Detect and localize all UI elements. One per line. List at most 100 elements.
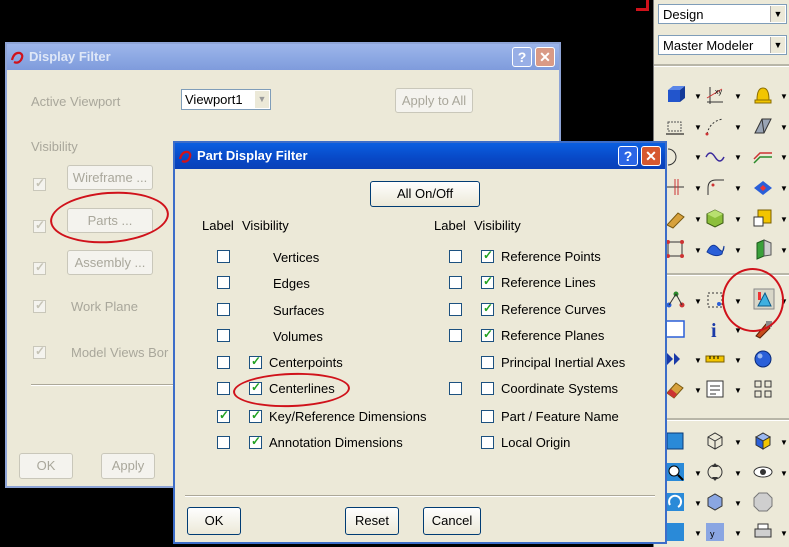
- play-tool-icon[interactable]: [664, 348, 686, 370]
- chevron-down-icon[interactable]: ▼: [734, 499, 742, 508]
- eraser-tool-icon[interactable]: [664, 378, 686, 400]
- print-tool-icon[interactable]: [752, 521, 774, 543]
- bell-tool-icon[interactable]: [752, 84, 774, 106]
- chevron-down-icon[interactable]: ▼: [780, 92, 788, 101]
- chevron-down-icon[interactable]: ▼: [694, 356, 702, 365]
- ref-planes-visibility-checkbox[interactable]: ✓: [481, 327, 494, 342]
- chevron-down-icon[interactable]: ▼: [734, 469, 742, 478]
- annotation-dim-label-checkbox[interactable]: [217, 436, 230, 449]
- note-tool-icon[interactable]: [704, 378, 726, 400]
- frame-tool-icon[interactable]: [664, 318, 686, 340]
- chevron-down-icon[interactable]: ▼: [734, 246, 742, 255]
- view-front-icon[interactable]: [664, 430, 686, 452]
- shaded-cube-icon[interactable]: [752, 430, 774, 452]
- help-button[interactable]: ?: [512, 47, 532, 67]
- trim-tool-icon[interactable]: [664, 176, 686, 198]
- ref-lines-visibility-checkbox[interactable]: ✓: [481, 274, 494, 289]
- rotate-tool-icon[interactable]: [664, 491, 686, 513]
- block-tool-icon[interactable]: [664, 84, 686, 106]
- parts-checkbox[interactable]: ✓: [33, 218, 46, 233]
- chevron-down-icon[interactable]: ▼: [780, 184, 788, 193]
- pan-tool-icon[interactable]: [704, 461, 726, 483]
- chevron-down-icon[interactable]: ▼: [734, 215, 742, 224]
- surfaces-label-checkbox[interactable]: [217, 303, 230, 316]
- chevron-down-icon[interactable]: ▼: [734, 92, 742, 101]
- centerpoints-label-checkbox[interactable]: [217, 356, 230, 369]
- apply-to-all-button[interactable]: Apply to All: [395, 88, 473, 113]
- mirror-tool-icon[interactable]: [752, 238, 774, 260]
- ref-planes-label-checkbox[interactable]: [449, 329, 462, 342]
- local-origin-visibility-checkbox[interactable]: [481, 436, 494, 449]
- cancel-button[interactable]: Cancel: [423, 507, 481, 535]
- apply-button[interactable]: Apply: [101, 453, 155, 479]
- array-tool-icon[interactable]: [752, 378, 774, 400]
- chevron-down-icon[interactable]: ▼: [694, 246, 702, 255]
- close-button[interactable]: ✕: [641, 146, 661, 166]
- spline-tool-icon[interactable]: [704, 145, 726, 167]
- chevron-down-icon[interactable]: ▼: [734, 529, 742, 538]
- axis-view-icon[interactable]: y: [704, 521, 726, 543]
- chevron-down-icon[interactable]: ▼: [734, 386, 742, 395]
- chevron-down-icon[interactable]: ▼: [734, 123, 742, 132]
- coord-systems-visibility-checkbox[interactable]: [481, 382, 494, 395]
- dimension-tool-icon[interactable]: [664, 115, 686, 137]
- offset-tool-icon[interactable]: [752, 145, 774, 167]
- info-tool-icon[interactable]: i: [704, 318, 726, 340]
- display-filter-titlebar[interactable]: Display Filter ? ✕: [7, 44, 559, 70]
- ok-button[interactable]: OK: [19, 453, 73, 479]
- view-top-icon[interactable]: [664, 521, 686, 543]
- key-ref-dim-label-checkbox[interactable]: ✓: [217, 408, 230, 423]
- chevron-down-icon[interactable]: ▼: [255, 91, 269, 108]
- wireframe-button[interactable]: Wireframe ...: [67, 165, 153, 190]
- fillet-tool-icon[interactable]: [704, 176, 726, 198]
- chevron-down-icon[interactable]: ▼: [694, 92, 702, 101]
- shell-tool-icon[interactable]: [752, 207, 774, 229]
- principal-axes-visibility-checkbox[interactable]: [481, 356, 494, 369]
- modeler-combo[interactable]: Master Modeler ▼: [658, 35, 787, 55]
- model-views-checkbox[interactable]: ✓: [33, 344, 46, 359]
- chevron-down-icon[interactable]: ▼: [780, 215, 788, 224]
- chevron-down-icon[interactable]: ▼: [694, 297, 702, 306]
- chevron-down-icon[interactable]: ▼: [780, 529, 788, 538]
- chevron-down-icon[interactable]: ▼: [770, 37, 785, 53]
- ref-curves-visibility-checkbox[interactable]: ✓: [481, 301, 494, 316]
- centerpoints-visibility-checkbox[interactable]: ✓: [249, 354, 262, 369]
- chevron-down-icon[interactable]: ▼: [694, 529, 702, 538]
- surface-tool-icon[interactable]: [752, 176, 774, 198]
- wireframe-cube-icon[interactable]: [704, 430, 726, 452]
- help-button[interactable]: ?: [618, 146, 638, 166]
- connect-tool-icon[interactable]: [664, 289, 686, 311]
- volumes-label-checkbox[interactable]: [217, 329, 230, 342]
- ok-button[interactable]: OK: [187, 507, 241, 535]
- chevron-down-icon[interactable]: ▼: [734, 184, 742, 193]
- ref-points-visibility-checkbox[interactable]: ✓: [481, 248, 494, 263]
- wireframe-checkbox[interactable]: ✓: [33, 176, 46, 191]
- zoom-tool-icon[interactable]: [664, 461, 686, 483]
- octagon-tool-icon[interactable]: [752, 491, 774, 513]
- iso-view-icon[interactable]: [704, 491, 726, 513]
- chevron-down-icon[interactable]: ▼: [734, 438, 742, 447]
- eye-tool-icon[interactable]: [752, 461, 774, 483]
- ruler-tool-icon[interactable]: [704, 348, 726, 370]
- chevron-down-icon[interactable]: ▼: [770, 6, 785, 22]
- ref-points-label-checkbox[interactable]: [449, 250, 462, 263]
- all-on-off-button[interactable]: All On/Off: [370, 181, 480, 207]
- cylinder-tool-icon[interactable]: [664, 207, 686, 229]
- chevron-down-icon[interactable]: ▼: [780, 469, 788, 478]
- solid-tool-icon[interactable]: [704, 207, 726, 229]
- axis-tool-icon[interactable]: xy: [704, 84, 726, 106]
- chevron-down-icon[interactable]: ▼: [780, 123, 788, 132]
- chevron-down-icon[interactable]: ▼: [694, 184, 702, 193]
- edges-label-checkbox[interactable]: [217, 276, 230, 289]
- chevron-down-icon[interactable]: ▼: [694, 469, 702, 478]
- feature-name-visibility-checkbox[interactable]: [481, 410, 494, 423]
- annotation-dim-visibility-checkbox[interactable]: ✓: [249, 434, 262, 449]
- chevron-down-icon[interactable]: ▼: [734, 153, 742, 162]
- chevron-down-icon[interactable]: ▼: [694, 215, 702, 224]
- chevron-down-icon[interactable]: ▼: [780, 438, 788, 447]
- chevron-down-icon[interactable]: ▼: [694, 123, 702, 132]
- key-ref-dim-visibility-checkbox[interactable]: ✓: [249, 408, 262, 423]
- assembly-button[interactable]: Assembly ...: [67, 250, 153, 275]
- chevron-down-icon[interactable]: ▼: [694, 386, 702, 395]
- blend-tool-icon[interactable]: [704, 238, 726, 260]
